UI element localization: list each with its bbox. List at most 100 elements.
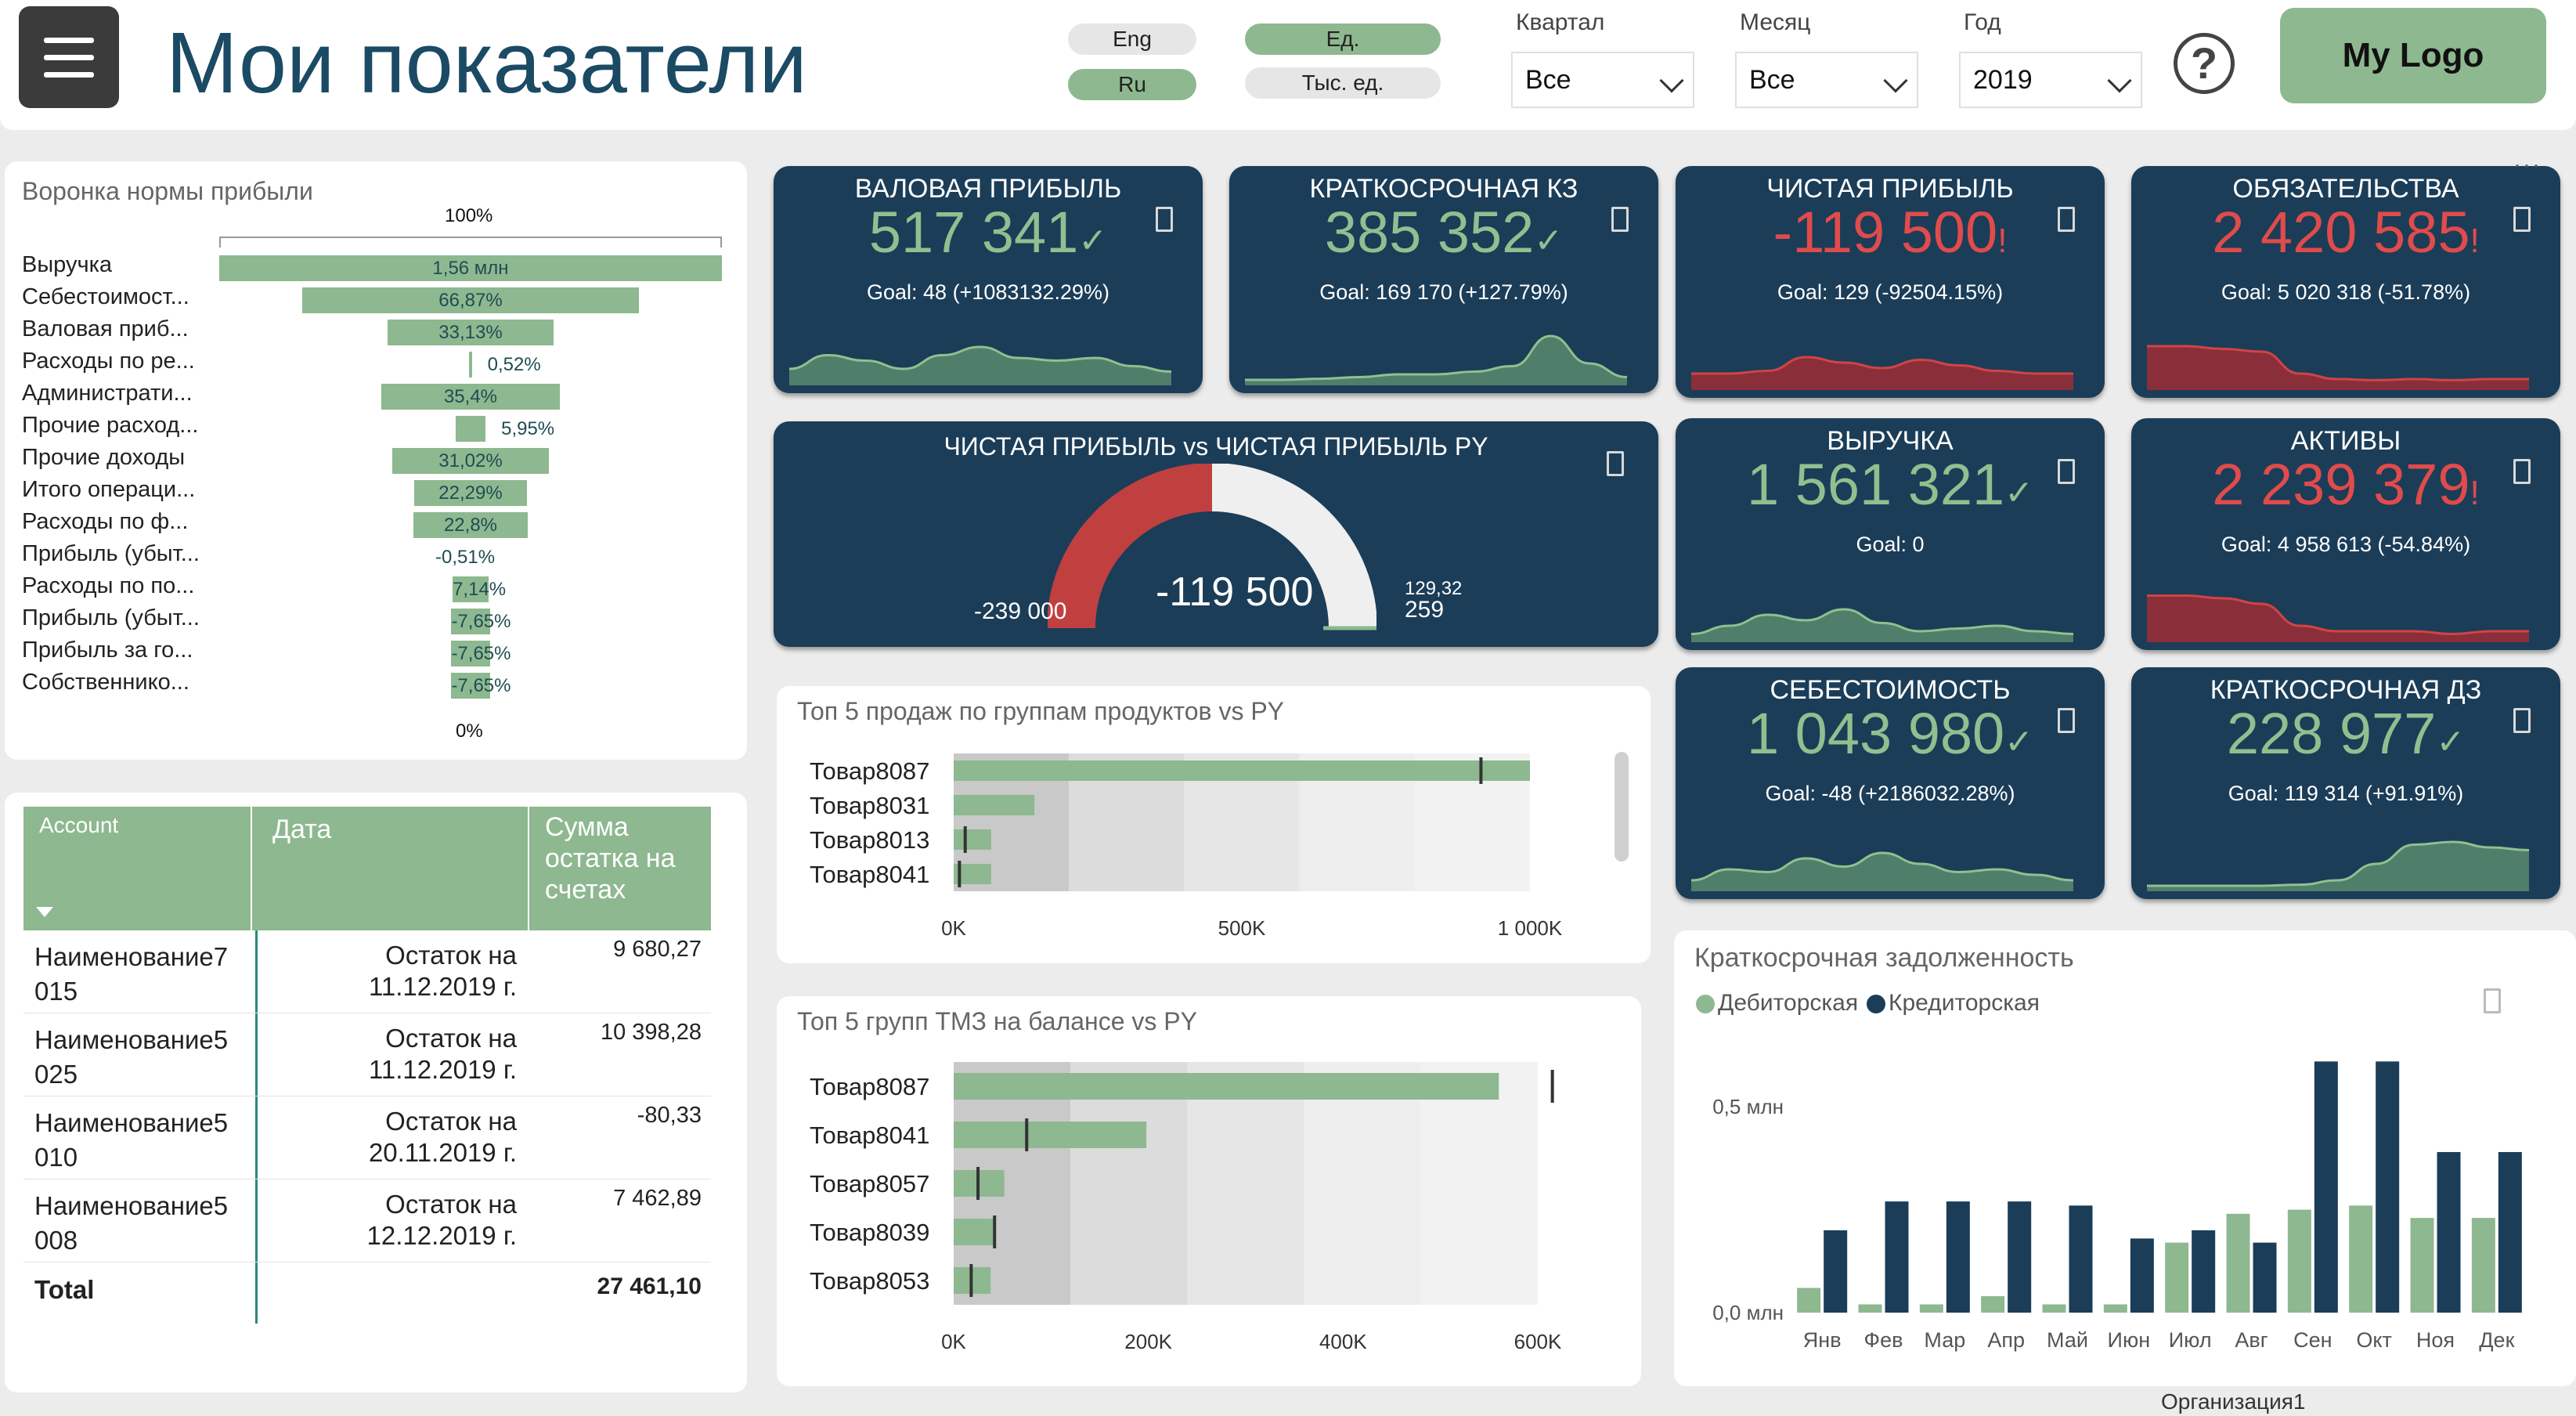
- funnel-bar[interactable]: -7,65%: [451, 609, 511, 634]
- py-marker: [1025, 1118, 1029, 1151]
- funnel-bar[interactable]: 66,87%: [302, 287, 639, 313]
- tick-label: 600K: [1514, 1330, 1562, 1353]
- funnel-bar[interactable]: -7,65%: [451, 641, 511, 666]
- scrollbar[interactable]: [1615, 752, 1629, 862]
- column-bar: [1824, 1230, 1848, 1313]
- more-options-icon[interactable]: ···: [2513, 152, 2542, 179]
- funnel-row-label[interactable]: Прибыль (убыт...: [22, 541, 200, 567]
- gauge-card[interactable]: ЧИСТАЯ ПРИБЫЛЬ vs ЧИСТАЯ ПРИБЫЛЬ PY -119…: [774, 421, 1658, 647]
- kpi-card[interactable]: ОБЯЗАТЕЛЬСТВА 2 420 585! Goal: 5 020 318 (…: [2131, 166, 2560, 398]
- funnel-bar[interactable]: [455, 416, 486, 442]
- column-bar: [2103, 1304, 2127, 1313]
- funnel-row-label[interactable]: Итого операци...: [22, 477, 195, 503]
- x-tick-label: Дек: [2479, 1328, 2514, 1352]
- unit-thousands-toggle[interactable]: Тыс. ед.: [1245, 67, 1441, 99]
- focus-mode-icon[interactable]: [2513, 708, 2531, 733]
- account-name: Наименование5 010: [34, 1108, 229, 1172]
- kpi-value: -119 500!: [1773, 200, 2008, 265]
- table-row[interactable]: Наименование5 025 Остаток на 11.12.2019 г…: [23, 1013, 711, 1096]
- funnel-bar[interactable]: 22,29%: [414, 480, 527, 506]
- funnel-row-label[interactable]: Прибыль за го...: [22, 638, 193, 663]
- funnel-bar[interactable]: 1,56 млн: [219, 255, 722, 281]
- funnel-row-label[interactable]: Собственнико...: [22, 670, 189, 695]
- kpi-goal: Goal: -48 (+2186032.28%): [1765, 782, 2015, 805]
- funnel-bar[interactable]: 22,8%: [413, 512, 529, 538]
- focus-mode-icon[interactable]: [2058, 708, 2075, 733]
- focus-mode-icon[interactable]: [1156, 207, 1173, 232]
- category-label: Товар8013: [810, 826, 929, 854]
- top-sales-chart: Товар8087 Товар8031 Товар8013 Товар8041 0K 50…: [810, 753, 1563, 940]
- funnel-value: 5,95%: [501, 418, 555, 439]
- funnel-value: 22,8%: [443, 515, 498, 536]
- menu-icon[interactable]: [19, 6, 119, 108]
- funnel-panel: Воронка нормы прибыли 100% Выручка 1,56 м…: [5, 161, 747, 760]
- quarter-select[interactable]: Все: [1511, 52, 1694, 108]
- column-bar: [1946, 1201, 1970, 1313]
- kpi-card[interactable]: ВЫРУЧКА 1 561 321✓ Goal: 0: [1676, 418, 2105, 650]
- table-total-row: Total 27 461,10: [23, 1262, 711, 1309]
- chevron-down-icon: [1883, 68, 1908, 93]
- funnel-bar[interactable]: 7,14%: [453, 576, 506, 602]
- funnel-bar[interactable]: -7,65%: [451, 673, 511, 699]
- funnel-row-label[interactable]: Расходы по ф...: [22, 509, 188, 535]
- column-bar: [2008, 1201, 2032, 1313]
- kpi-card[interactable]: КРАТКОСРОЧНАЯ КЗ 385 352✓ Goal: 169 170 (+…: [1229, 166, 1658, 393]
- gauge-max: 259: [1405, 597, 1445, 623]
- focus-mode-icon[interactable]: [2513, 459, 2531, 484]
- funnel-row-label[interactable]: Выручка: [22, 252, 112, 278]
- focus-mode-icon[interactable]: [2058, 207, 2075, 232]
- kpi-goal: Goal: 169 170 (+127.79%): [1319, 280, 1568, 304]
- kpi-card[interactable]: СЕБЕСТОИМОСТЬ 1 043 980✓ Goal: -48 (+21860…: [1676, 667, 2105, 899]
- kpi-card[interactable]: ЧИСТАЯ ПРИБЫЛЬ -119 500! Goal: 129 (-92504…: [1676, 166, 2105, 398]
- funnel-row-label[interactable]: Администрати...: [22, 381, 193, 406]
- funnel-row-label[interactable]: Расходы по по...: [22, 573, 194, 599]
- funnel-row-label[interactable]: Прочие доходы: [22, 445, 185, 471]
- account-date: Остаток на 11.12.2019 г.: [368, 941, 517, 1001]
- funnel-bar[interactable]: 33,13%: [387, 320, 554, 345]
- focus-mode-icon[interactable]: [2058, 459, 2075, 484]
- column-bar: [2410, 1218, 2434, 1313]
- column-bar: [2376, 1061, 2400, 1313]
- kpi-card[interactable]: КРАТКОСРОЧНАЯ ДЗ 228 977✓ Goal: 119 314 (+…: [2131, 667, 2560, 899]
- x-tick-label: Янв: [1803, 1328, 1842, 1352]
- kpi-sparkline: [1245, 334, 1628, 385]
- table-row[interactable]: Наименование5 008 Остаток на 12.12.2019 г…: [23, 1179, 711, 1262]
- funnel-value: 33,13%: [438, 322, 503, 343]
- funnel-row-label[interactable]: Расходы по ре...: [22, 349, 195, 374]
- column-bar: [1919, 1304, 1943, 1313]
- year-select[interactable]: 2019: [1959, 52, 2142, 108]
- funnel-row-label[interactable]: Прочие расход...: [22, 413, 198, 439]
- kpi-value: 1 561 321✓: [1746, 452, 2034, 517]
- sparkline-area: [2147, 595, 2529, 642]
- funnel-bar[interactable]: [469, 352, 472, 377]
- column-bar: [2069, 1205, 2093, 1313]
- quarter-label: Квартал: [1516, 9, 1605, 35]
- lang-ru-toggle[interactable]: Ru: [1068, 69, 1196, 100]
- gauge-title: ЧИСТАЯ ПРИБЫЛЬ vs ЧИСТАЯ ПРИБЫЛЬ PY: [943, 432, 1488, 461]
- x-tick-label: Июн: [2108, 1328, 2151, 1352]
- funnel-row-label[interactable]: Себестоимост...: [22, 284, 189, 310]
- kpi-goal: Goal: 48 (+1083132.29%): [867, 280, 1109, 304]
- table-row[interactable]: Наименование5 010 Остаток на 20.11.2019 г…: [23, 1096, 711, 1179]
- unit-units-toggle[interactable]: Ед.: [1245, 23, 1441, 55]
- help-icon[interactable]: ?: [2174, 33, 2235, 94]
- funnel-bar[interactable]: 31,02%: [392, 448, 549, 474]
- month-select[interactable]: Все: [1735, 52, 1918, 108]
- tick-label: 200K: [1124, 1330, 1172, 1353]
- quarter-value: Все: [1525, 65, 1571, 95]
- focus-mode-icon[interactable]: [1611, 207, 1629, 232]
- kpi-card[interactable]: ВАЛОВАЯ ПРИБЫЛЬ 517 341✓ Goal: 48 (+108313…: [774, 166, 1203, 393]
- funnel-row-label[interactable]: Прибыль (убыт...: [22, 605, 200, 631]
- column-bar: [2253, 1242, 2277, 1313]
- account-sum: 7 462,89: [613, 1186, 702, 1211]
- funnel-bar[interactable]: 35,4%: [381, 384, 560, 410]
- header-bar: Мои показатели Eng Ru Ед. Тыс. ед. Кварт…: [0, 0, 2576, 130]
- lang-en-toggle[interactable]: Eng: [1068, 23, 1196, 55]
- x-tick-label: Май: [2047, 1328, 2088, 1352]
- funnel-row-label[interactable]: Валовая приб...: [22, 316, 189, 342]
- focus-mode-icon[interactable]: [1607, 451, 1624, 476]
- table-row[interactable]: Наименование7 015 Остаток на 11.12.2019 г…: [23, 930, 711, 1013]
- focus-mode-icon[interactable]: [2513, 207, 2531, 232]
- alert-icon: !: [2470, 474, 2480, 512]
- kpi-card[interactable]: АКТИВЫ 2 239 379! Goal: 4 958 613 (-54.84%…: [2131, 418, 2560, 650]
